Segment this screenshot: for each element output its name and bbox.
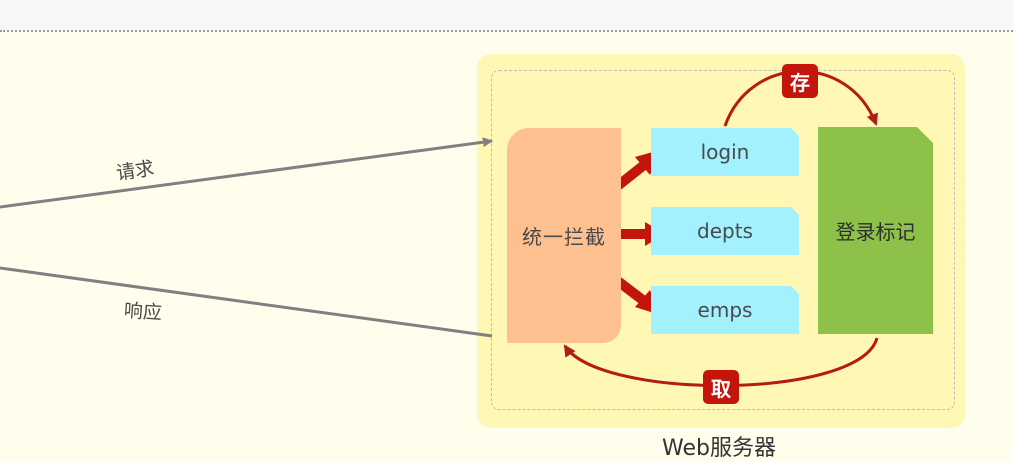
server-caption: Web服务器 <box>662 436 776 461</box>
response-line <box>0 266 493 338</box>
store-badge: 存 <box>782 64 818 98</box>
login-flag-store: 登录标记 <box>818 127 933 334</box>
resource-emps: emps <box>651 286 799 334</box>
response-label: 响应 <box>123 299 163 325</box>
request-label: 请求 <box>114 157 156 185</box>
interceptor-block: 统一拦截 <box>507 128 621 343</box>
resource-depts: depts <box>651 207 799 255</box>
resource-login: login <box>651 128 799 176</box>
fetch-badge: 取 <box>703 370 739 404</box>
request-arrow <box>0 137 493 209</box>
